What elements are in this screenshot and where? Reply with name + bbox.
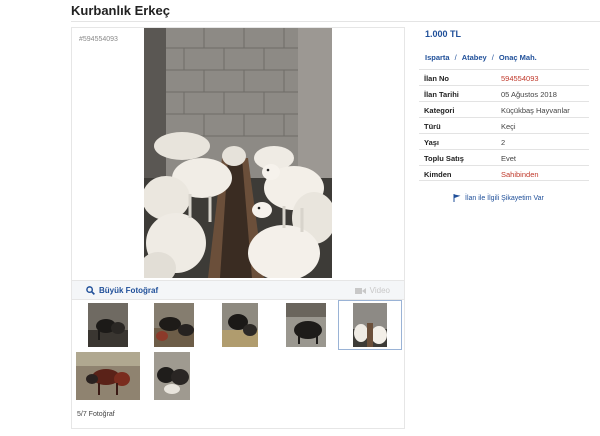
location-neighborhood[interactable]: Onaç Mah.	[499, 53, 537, 62]
flag-icon	[453, 194, 461, 202]
info-row-listing-no: İlan No 594554093	[419, 69, 589, 85]
thumbnail-image	[76, 352, 140, 400]
info-label: Türü	[424, 122, 441, 131]
title-divider	[71, 21, 600, 22]
thumbnail-image	[286, 303, 326, 347]
info-value: 05 Ağustos 2018	[501, 90, 557, 99]
listing-id: #594554093	[79, 36, 118, 43]
info-label: Kategori	[424, 106, 455, 115]
info-row-listing-date: İlan Tarihi 05 Ağustos 2018	[419, 85, 589, 101]
info-row-bulk-sale: Toplu Satış Evet	[419, 149, 589, 165]
thumbnail-image	[154, 352, 190, 400]
thumbnail-image	[88, 303, 128, 347]
thumbnail-7[interactable]	[142, 351, 206, 401]
photo-toolbar: Büyük Fotoğraf Video	[72, 280, 404, 300]
video-camera-icon	[354, 287, 366, 294]
thumbnail-4[interactable]	[274, 300, 338, 350]
info-value: Sahibinden	[501, 170, 539, 179]
complaint-label: İlan ile İlgili Şikayetim Var	[465, 194, 544, 202]
location-separator: /	[491, 53, 494, 62]
thumbnail-6[interactable]	[76, 351, 140, 401]
info-value: Evet	[501, 154, 517, 163]
thumbnail-5[interactable]	[338, 300, 402, 350]
main-photo[interactable]	[144, 28, 332, 278]
info-label: Toplu Satış	[424, 154, 464, 163]
location-separator: /	[454, 53, 457, 62]
listing-title: Kurbanlık Erkeç	[71, 3, 170, 18]
info-label: Yaşı	[424, 138, 440, 147]
info-row-seller: Kimden Sahibinden	[419, 165, 589, 181]
info-row-category: Kategori Küçükbaş Hayvanlar	[419, 101, 589, 117]
info-label: İlan No	[424, 74, 450, 83]
info-row-age: Yaşı 2	[419, 133, 589, 149]
photo-counter: 5/7 Fotoğraf	[77, 411, 115, 418]
location-breadcrumb: Isparta / Atabey / Onaç Mah.	[425, 53, 537, 62]
info-value: Küçükbaş Hayvanlar	[501, 106, 570, 115]
sheep-pen-photo	[144, 28, 332, 278]
price: 1.000 TL	[425, 29, 462, 39]
thumbnail-image	[154, 303, 194, 347]
video-button[interactable]: Video	[354, 286, 390, 295]
thumbnail-image	[222, 303, 258, 347]
complaint-link[interactable]: İlan ile İlgili Şikayetim Var	[453, 194, 544, 202]
thumbnail-3[interactable]	[208, 300, 272, 350]
info-label: Kimden	[424, 170, 452, 179]
thumbnail-image	[353, 303, 387, 347]
info-row-type: Türü Keçi	[419, 117, 589, 133]
info-label: İlan Tarihi	[424, 90, 459, 99]
thumbnail-2[interactable]	[142, 300, 206, 350]
video-label: Video	[369, 286, 390, 295]
big-photo-button[interactable]: Büyük Fotoğraf	[86, 286, 158, 295]
location-district[interactable]: Atabey	[462, 53, 487, 62]
info-value: 2	[501, 138, 506, 147]
photo-gallery: #594554093 Büyük Fotoğraf Video 5/7 Foto…	[71, 27, 405, 429]
magnifier-icon	[86, 286, 95, 295]
big-photo-label: Büyük Fotoğraf	[99, 286, 159, 295]
location-province[interactable]: Isparta	[425, 53, 450, 62]
info-value: 594554093	[501, 74, 539, 83]
thumbnail-1[interactable]	[76, 300, 140, 350]
info-value: Keçi	[501, 122, 516, 131]
